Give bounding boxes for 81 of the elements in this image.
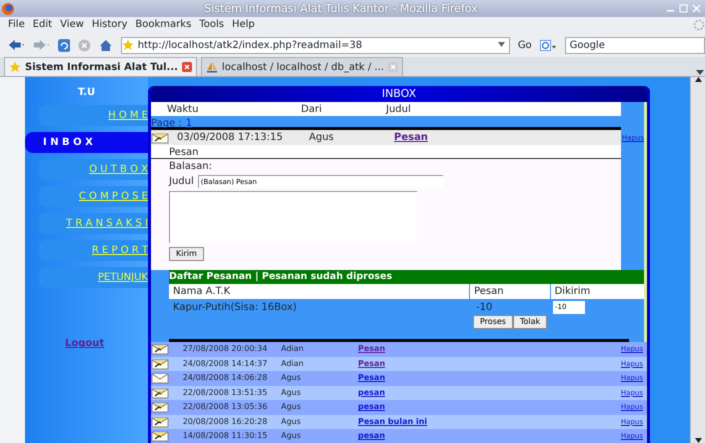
message-body: Pesan	[151, 145, 621, 159]
activity-throbber-icon	[693, 19, 705, 31]
nav-link[interactable]: R E P O R T	[39, 240, 148, 261]
nav-link[interactable]: I N B O X	[25, 132, 148, 153]
send-button[interactable]: Kirim	[169, 247, 204, 261]
menu-item[interactable]: Tools	[195, 17, 228, 33]
message-sender: Adian	[281, 343, 305, 356]
url-text: http://localhost/atk2/index.php?readmail=38	[138, 38, 362, 52]
browser-tab[interactable]: Sistem Informasi Alat Tul...	[4, 57, 197, 76]
scroll-down-icon[interactable]	[694, 438, 702, 443]
message-sender: Adian	[281, 358, 305, 370]
message-time: 24/08/2008 14:14:37	[182, 358, 268, 370]
column-header: Pesan	[470, 284, 550, 299]
nav-link[interactable]: H O M E	[39, 105, 148, 126]
message-subject-link[interactable]: Pesan	[358, 372, 386, 384]
reload-icon[interactable]	[58, 38, 70, 52]
action-button[interactable]: Proses	[473, 315, 513, 329]
sailboat-icon	[206, 61, 218, 73]
star-icon	[122, 39, 134, 51]
panel-title: INBOX	[151, 86, 647, 102]
message-time: 27/08/2008 20:00:34	[182, 343, 268, 356]
page-link[interactable]: 1	[186, 116, 192, 127]
search-engine-icon[interactable]	[540, 38, 557, 52]
action-button[interactable]: Tolak	[512, 315, 548, 329]
tab-list-icon[interactable]	[696, 70, 705, 76]
menu-item[interactable]: Bookmarks	[131, 17, 196, 33]
nav-link[interactable]: T R A N S A K S I	[39, 213, 148, 234]
message-subject-link[interactable]: pesan	[358, 430, 386, 442]
message-subject-link[interactable]: Pesan	[394, 130, 428, 145]
message-sender: Agus	[309, 131, 335, 145]
message-subject-link[interactable]: Pesan	[358, 358, 386, 370]
column-header: Judul	[386, 103, 412, 116]
menu-item[interactable]: Edit	[28, 17, 56, 33]
reply-label: Balasan:	[169, 160, 212, 174]
menu-item[interactable]: History	[88, 17, 132, 33]
firefox-icon	[0, 2, 16, 16]
subject-label: Judul	[169, 175, 194, 189]
item-name: Kapur-Putih(Sisa: 16Box)	[172, 300, 298, 314]
message-time: 20/08/2008 16:20:28	[182, 416, 268, 428]
column-header: Dikirim	[550, 284, 646, 299]
menu-item[interactable]: Help	[228, 17, 259, 33]
column-header: Dari	[301, 103, 323, 116]
window-title: Sistem Informasi Alat Tulis Kantor - Mozilla Firefox	[203, 1, 479, 17]
menu-item[interactable]: View	[56, 17, 88, 33]
home-icon[interactable]	[99, 38, 113, 52]
message-subject-link[interactable]: Pesan	[358, 343, 386, 356]
star-icon	[9, 61, 21, 73]
page-label: Page :	[151, 117, 182, 127]
dropdown-icon[interactable]	[498, 42, 505, 48]
column-header: Nama A.T.K	[169, 284, 470, 299]
reply-textarea[interactable]	[169, 191, 417, 243]
nav-link[interactable]: PETUNJUK	[39, 267, 148, 288]
menu-item[interactable]: File	[4, 17, 29, 33]
message-sender: Agus	[281, 430, 302, 442]
close-tab-icon[interactable]	[182, 62, 192, 72]
message-time: 22/08/2008 13:51:35	[182, 386, 268, 399]
message-time: 14/08/2008 11:30:15	[182, 430, 268, 442]
nav-link[interactable]: C O M P O S E	[39, 186, 148, 207]
message-sender: Agus	[281, 401, 302, 414]
go-button[interactable]: Go	[518, 38, 532, 52]
message-sender: Agus	[281, 416, 302, 428]
search-field[interactable]: Google	[564, 36, 705, 54]
message-time: 22/08/2008 13:05:36	[182, 401, 268, 414]
message-sender: Agus	[281, 386, 302, 399]
browser-tab[interactable]: localhost / localhost / db_atk / ...	[200, 57, 403, 76]
order-section-title: Daftar Pesanan | Pesanan sudah diproses	[169, 270, 647, 284]
logout-link[interactable]: Logout	[65, 336, 104, 351]
message-subject-link[interactable]: pesan	[358, 386, 386, 399]
message-subject-link[interactable]: Pesan bulan ini	[358, 416, 428, 428]
sidebar-title: T.U	[76, 86, 96, 100]
message-subject-link[interactable]: pesan	[358, 401, 386, 414]
ordered-quantity: -10	[475, 300, 494, 314]
message-sender: Agus	[281, 372, 302, 384]
envelope-letter-icon	[151, 132, 169, 144]
message-time: 03/09/2008 17:13:15	[177, 131, 284, 145]
back-icon[interactable]	[8, 38, 25, 52]
nav-link[interactable]: O U T B O X	[39, 159, 148, 180]
column-header: Waktu	[166, 103, 200, 116]
scrollbar[interactable]	[690, 77, 705, 443]
message-time: 24/08/2008 14:06:28	[182, 372, 268, 384]
url-field[interactable]: http://localhost/atk2/index.php?readmail=38	[120, 36, 510, 54]
